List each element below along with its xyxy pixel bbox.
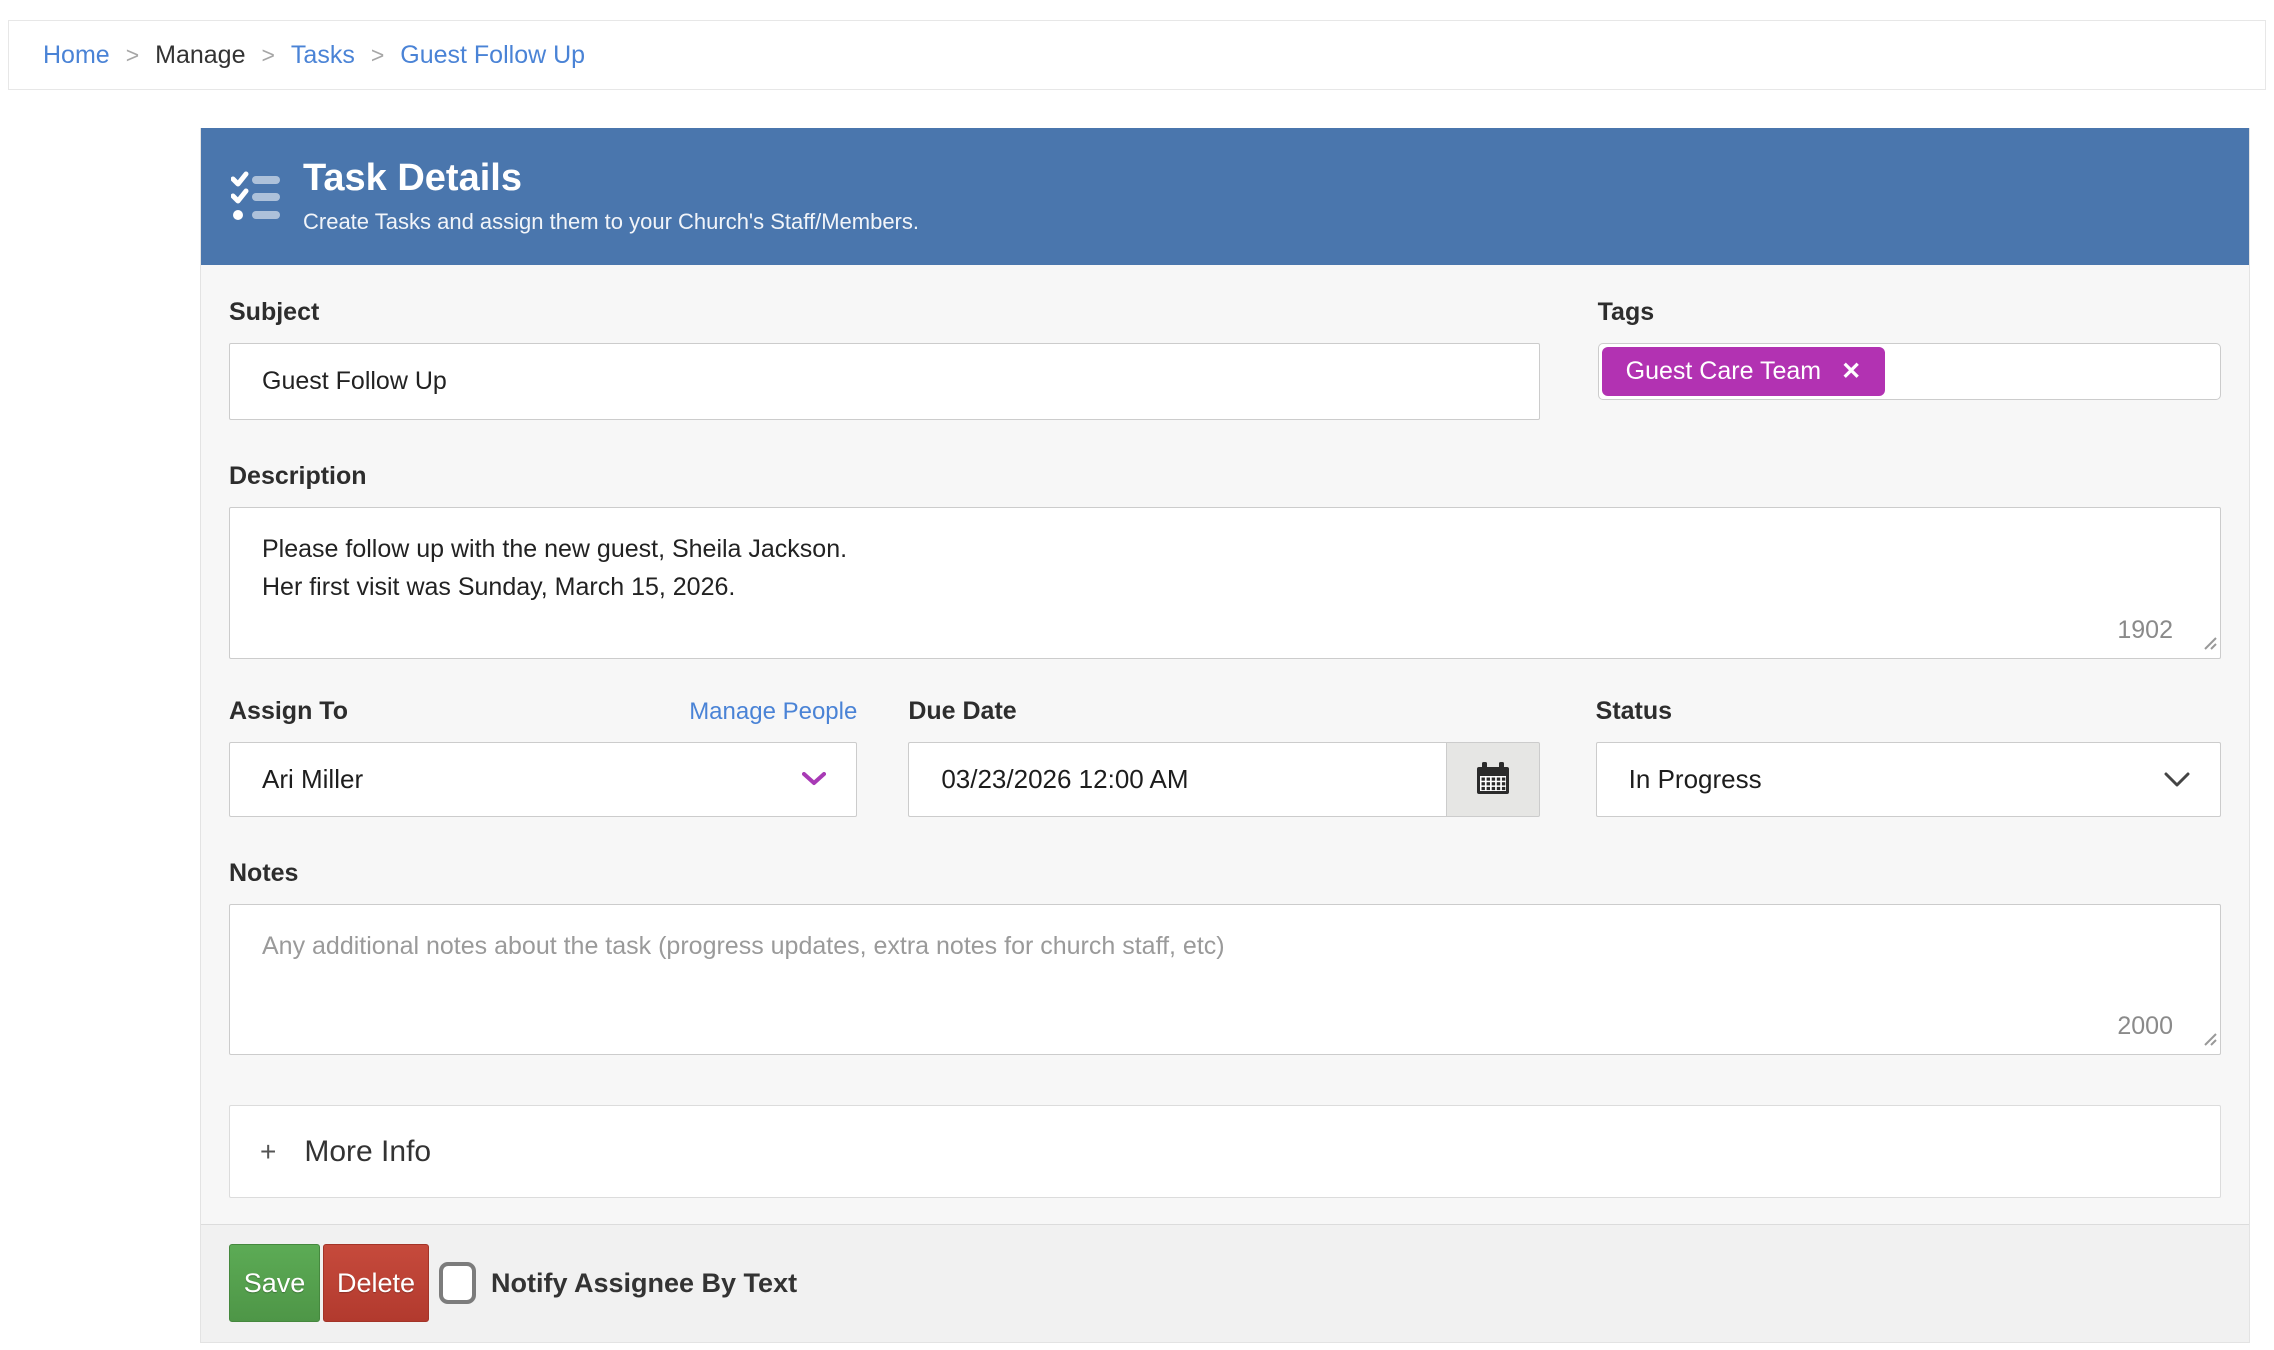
tags-input[interactable]: Guest Care Team ✕ bbox=[1597, 343, 2221, 400]
resize-grip-icon[interactable] bbox=[2200, 1029, 2218, 1052]
more-info-toggle[interactable]: + More Info bbox=[229, 1105, 2221, 1198]
tag-guest-care-team: Guest Care Team ✕ bbox=[1601, 347, 1886, 396]
tags-label: Tags bbox=[1597, 298, 1655, 326]
notes-textarea[interactable] bbox=[229, 904, 2221, 1055]
status-value: In Progress bbox=[1628, 764, 1762, 794]
due-date-label: Due Date bbox=[908, 697, 1017, 725]
notify-checkbox[interactable] bbox=[439, 1262, 476, 1304]
delete-button[interactable]: Delete bbox=[323, 1244, 429, 1322]
breadcrumb-separator: > bbox=[370, 41, 385, 68]
plus-icon: + bbox=[260, 1135, 277, 1167]
status-select[interactable]: In Progress bbox=[1595, 742, 2221, 817]
resize-grip-icon[interactable] bbox=[2200, 633, 2218, 656]
manage-people-link[interactable]: Manage People bbox=[689, 698, 857, 726]
description-label: Description bbox=[229, 462, 367, 490]
chevron-down-icon bbox=[2164, 772, 2190, 786]
save-button[interactable]: Save bbox=[229, 1244, 320, 1322]
tag-remove-icon[interactable]: ✕ bbox=[1841, 359, 1861, 384]
breadcrumb-item-manage: Manage bbox=[155, 40, 246, 69]
assign-to-select[interactable]: Ari Miller bbox=[229, 742, 858, 817]
calendar-button[interactable] bbox=[1445, 742, 1540, 817]
page-subtitle: Create Tasks and assign them to your Chu… bbox=[303, 209, 919, 235]
notes-label: Notes bbox=[229, 859, 299, 887]
breadcrumb-link-guest-follow-up[interactable]: Guest Follow Up bbox=[400, 41, 585, 70]
card-body: Subject Tags Guest Care Team ✕ Descripti… bbox=[201, 265, 2249, 1224]
subject-input[interactable] bbox=[229, 343, 1540, 420]
subject-label: Subject bbox=[229, 298, 320, 326]
task-list-icon bbox=[230, 171, 281, 223]
page-title: Task Details bbox=[303, 156, 522, 199]
card-footer: Save Delete Notify Assignee By Text bbox=[201, 1224, 2249, 1342]
more-info-label: More Info bbox=[304, 1134, 432, 1168]
assign-to-value: Ari Miller bbox=[262, 764, 364, 794]
breadcrumb-link-home[interactable]: Home bbox=[43, 41, 110, 70]
calendar-icon bbox=[1475, 760, 1511, 799]
tag-label: Guest Care Team bbox=[1625, 357, 1822, 385]
due-date-input[interactable] bbox=[908, 742, 1446, 817]
assign-to-label: Assign To bbox=[229, 697, 348, 725]
description-textarea[interactable]: Please follow up with the new guest, She… bbox=[229, 507, 2221, 659]
breadcrumb-separator: > bbox=[125, 41, 140, 68]
task-details-card: Task Details Create Tasks and assign the… bbox=[200, 128, 2250, 1343]
notify-label: Notify Assignee By Text bbox=[491, 1267, 798, 1298]
breadcrumb: Home > Manage > Tasks > Guest Follow Up bbox=[8, 20, 2266, 90]
status-label: Status bbox=[1595, 697, 1673, 725]
card-header: Task Details Create Tasks and assign the… bbox=[201, 128, 2249, 265]
chevron-down-icon bbox=[802, 772, 827, 785]
breadcrumb-separator: > bbox=[261, 41, 275, 68]
breadcrumb-link-tasks[interactable]: Tasks bbox=[291, 41, 355, 70]
